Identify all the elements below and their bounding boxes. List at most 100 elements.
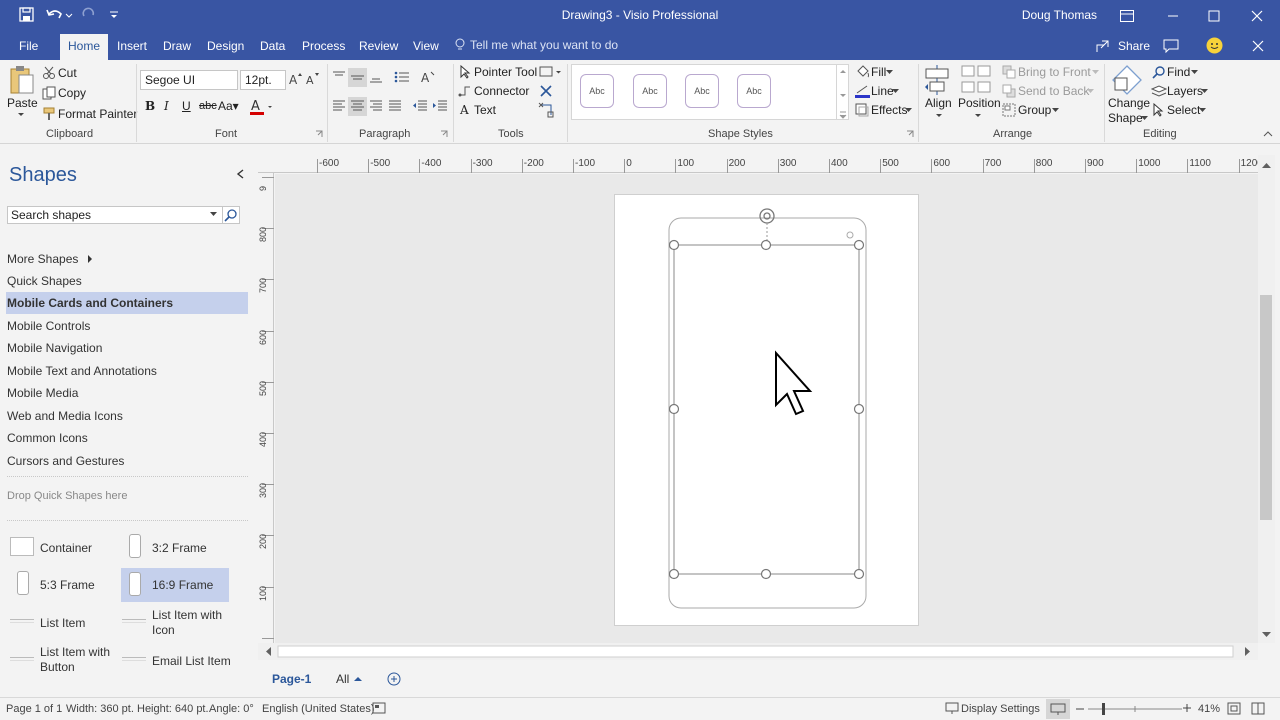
stencil-mobile-cards[interactable]: Mobile Cards and Containers xyxy=(7,296,173,310)
email-list-item-thumb[interactable] xyxy=(122,657,146,661)
shape-container[interactable]: Container xyxy=(40,541,92,555)
stencil-common-icons[interactable]: Common Icons xyxy=(7,431,88,445)
zoom-level[interactable]: 41% xyxy=(1198,703,1220,715)
shape-style-1[interactable]: Abc xyxy=(580,74,614,108)
font-dialog-launcher-icon[interactable] xyxy=(315,130,323,138)
horizontal-scrollbar[interactable] xyxy=(258,643,1258,660)
stencil-quick-shapes[interactable]: Quick Shapes xyxy=(7,274,82,288)
format-painter-button[interactable]: Format Painter xyxy=(58,107,137,121)
italic-icon[interactable]: I xyxy=(164,99,169,113)
tab-design[interactable]: Design xyxy=(207,39,244,53)
list-item-thumb[interactable] xyxy=(10,619,34,623)
tab-process[interactable]: Process xyxy=(302,39,345,53)
justify-icon[interactable] xyxy=(388,100,402,112)
align-left-icon[interactable] xyxy=(332,100,346,112)
list-item-icon-thumb[interactable] xyxy=(122,619,146,623)
collapse-ribbon-icon[interactable] xyxy=(1263,130,1273,137)
paste-button[interactable]: Paste xyxy=(7,96,38,110)
shape-list-item-button[interactable]: List Item with Button xyxy=(40,645,120,675)
status-page[interactable]: Page 1 of 1 xyxy=(6,703,62,715)
status-height[interactable]: Height: 640 pt. xyxy=(137,703,209,715)
container-shape-thumb[interactable] xyxy=(10,537,34,556)
page-tab-page-1[interactable]: Page-1 xyxy=(272,672,311,686)
display-settings-button[interactable]: Display Settings xyxy=(961,703,1040,715)
search-input[interactable]: Search shapes xyxy=(7,206,240,224)
frame-5-3-thumb[interactable] xyxy=(17,571,29,595)
align-right-icon[interactable] xyxy=(369,100,383,112)
tab-review[interactable]: Review xyxy=(359,39,398,53)
stencil-mobile-navigation[interactable]: Mobile Navigation xyxy=(7,341,102,355)
fit-page-icon[interactable] xyxy=(1227,702,1241,715)
tab-insert[interactable]: Insert xyxy=(117,39,147,53)
close-document-icon[interactable] xyxy=(1252,40,1264,52)
tell-me-box[interactable]: Tell me what you want to do xyxy=(455,38,618,52)
align-top-icon[interactable] xyxy=(332,70,346,84)
strikethrough-icon[interactable]: abc xyxy=(199,100,217,112)
group-button[interactable]: Group xyxy=(1018,103,1051,117)
align-button[interactable]: Align xyxy=(925,96,952,110)
frame-3-2-thumb[interactable] xyxy=(129,534,141,558)
bring-to-front-button[interactable]: Bring to Front xyxy=(1018,65,1091,79)
shrink-font-icon[interactable]: A xyxy=(306,72,320,86)
change-shape-line2[interactable]: Shape xyxy=(1108,111,1143,125)
zoom-slider[interactable] xyxy=(1088,702,1182,716)
find-dropdown-icon[interactable] xyxy=(1191,70,1198,75)
font-family-combo[interactable]: Segoe UI xyxy=(140,70,238,90)
search-dropdown-icon[interactable] xyxy=(210,212,217,217)
status-width[interactable]: Width: 360 pt. xyxy=(66,703,134,715)
stencil-cursors-gestures[interactable]: Cursors and Gestures xyxy=(7,454,124,468)
maximize-button[interactable] xyxy=(1191,0,1237,32)
connection-point-icon[interactable] xyxy=(538,102,554,118)
layers-dropdown-icon[interactable] xyxy=(1201,89,1208,94)
paragraph-dialog-launcher-icon[interactable] xyxy=(440,130,448,138)
comments-icon[interactable] xyxy=(1163,39,1179,53)
shape-5-3-frame[interactable]: 5:3 Frame xyxy=(40,578,95,592)
switch-windows-icon[interactable] xyxy=(1251,702,1265,715)
add-page-icon[interactable] xyxy=(387,672,401,686)
group-dropdown-icon[interactable] xyxy=(1052,108,1059,113)
line-dropdown-icon[interactable] xyxy=(892,89,899,94)
select-button[interactable]: Select xyxy=(1167,103,1200,117)
paste-icon[interactable] xyxy=(9,64,35,96)
presentation-mode-icon[interactable] xyxy=(1046,699,1070,719)
font-color-icon[interactable]: A xyxy=(250,98,274,116)
text-direction-icon[interactable]: A xyxy=(421,70,435,84)
zoom-in-icon[interactable] xyxy=(1182,703,1192,713)
close-button[interactable] xyxy=(1234,0,1280,32)
send-to-back-dropdown-icon[interactable] xyxy=(1087,89,1094,94)
shape-email-list-item[interactable]: Email List Item xyxy=(152,654,231,668)
tab-view[interactable]: View xyxy=(413,39,439,53)
connector-button[interactable]: Connector xyxy=(474,84,529,98)
tab-home[interactable]: Home xyxy=(60,34,109,60)
grow-font-icon[interactable]: A xyxy=(289,72,303,86)
align-center-icon[interactable] xyxy=(348,97,367,116)
drawing-page[interactable] xyxy=(614,194,919,626)
send-to-back-button[interactable]: Send to Back xyxy=(1018,84,1089,98)
effects-dropdown-icon[interactable] xyxy=(905,108,912,113)
decrease-indent-icon[interactable] xyxy=(412,100,428,112)
change-shape-line1[interactable]: Change xyxy=(1108,96,1150,110)
stencil-mobile-controls[interactable]: Mobile Controls xyxy=(7,319,90,333)
share-button[interactable]: Share xyxy=(1096,39,1150,53)
gallery-scroll[interactable] xyxy=(836,65,848,120)
bullets-icon[interactable] xyxy=(394,70,410,84)
more-shapes[interactable]: More Shapes xyxy=(7,252,78,266)
macro-record-icon[interactable] xyxy=(372,702,386,715)
pointer-tool-button[interactable]: Pointer Tool xyxy=(474,65,537,79)
position-dropdown-icon[interactable] xyxy=(974,113,982,119)
smiley-icon[interactable] xyxy=(1206,37,1223,54)
ribbon-display-options-icon[interactable] xyxy=(1104,0,1150,32)
collapse-pane-icon[interactable] xyxy=(236,169,244,179)
frame-16-9-thumb[interactable] xyxy=(129,572,141,596)
more-shapes-arrow-icon[interactable] xyxy=(87,255,93,263)
mobile-frame-shape[interactable] xyxy=(615,195,920,627)
zoom-out-icon[interactable] xyxy=(1075,704,1085,714)
shape-16-9-frame[interactable]: 16:9 Frame xyxy=(152,578,213,592)
drawing-canvas[interactable] xyxy=(275,174,1258,643)
line-button[interactable]: Line xyxy=(871,84,894,98)
bold-icon[interactable]: B xyxy=(145,99,155,113)
fill-dropdown-icon[interactable] xyxy=(886,70,893,75)
shape-style-2[interactable]: Abc xyxy=(633,74,667,108)
stencil-mobile-text[interactable]: Mobile Text and Annotations xyxy=(7,364,157,378)
list-item-button-thumb[interactable] xyxy=(10,657,34,661)
